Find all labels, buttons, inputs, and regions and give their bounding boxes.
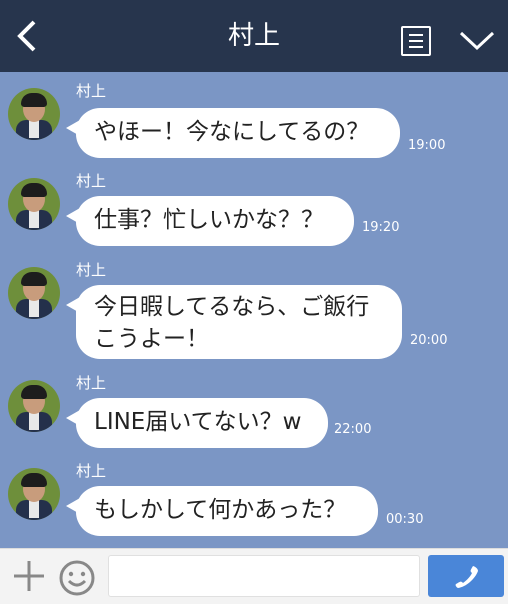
sender-name: 村上 xyxy=(76,462,107,480)
avatar[interactable] xyxy=(8,380,60,432)
list-icon[interactable] xyxy=(401,26,431,56)
message-input-bar xyxy=(0,548,508,604)
smiley-icon[interactable] xyxy=(58,559,96,597)
message-time: 20:00 xyxy=(410,333,448,348)
message-time: 22:00 xyxy=(334,422,372,437)
avatar[interactable] xyxy=(8,267,60,319)
plus-icon[interactable] xyxy=(12,559,46,593)
message-bubble[interactable]: 今日暇してるなら、ご飯行 こうよー！ xyxy=(66,285,402,359)
message-bubble[interactable]: LINE届いてない？w xyxy=(66,398,328,448)
message-bubble[interactable]: やほー！今なにしてるの？ xyxy=(66,108,400,158)
sender-name: 村上 xyxy=(76,82,107,100)
message-bubble[interactable]: もしかして何かあった？ xyxy=(66,486,378,536)
message-time: 00:30 xyxy=(386,512,424,527)
sender-name: 村上 xyxy=(76,172,107,190)
message-time: 19:00 xyxy=(408,138,446,153)
chevron-down-icon[interactable] xyxy=(458,30,496,52)
sender-name: 村上 xyxy=(76,374,107,392)
message-line: 今日暇してるなら、ご飯行 xyxy=(94,294,370,320)
message-time: 19:20 xyxy=(362,220,400,235)
chat-area[interactable]: 村上 やほー！今なにしてるの？ 19:00 村上 仕事？忙しいかな？？ 19:2… xyxy=(0,72,508,548)
avatar[interactable] xyxy=(8,88,60,140)
message-input[interactable] xyxy=(108,555,420,597)
call-button[interactable] xyxy=(428,555,504,597)
phone-icon xyxy=(455,566,478,588)
header-bar: 村上 xyxy=(0,0,508,72)
avatar[interactable] xyxy=(8,468,60,520)
message-line: こうよー！ xyxy=(94,326,209,352)
chat-title: 村上 xyxy=(227,21,280,51)
sender-name: 村上 xyxy=(76,261,107,279)
avatar[interactable] xyxy=(8,178,60,230)
message-bubble[interactable]: 仕事？忙しいかな？？ xyxy=(66,196,354,246)
